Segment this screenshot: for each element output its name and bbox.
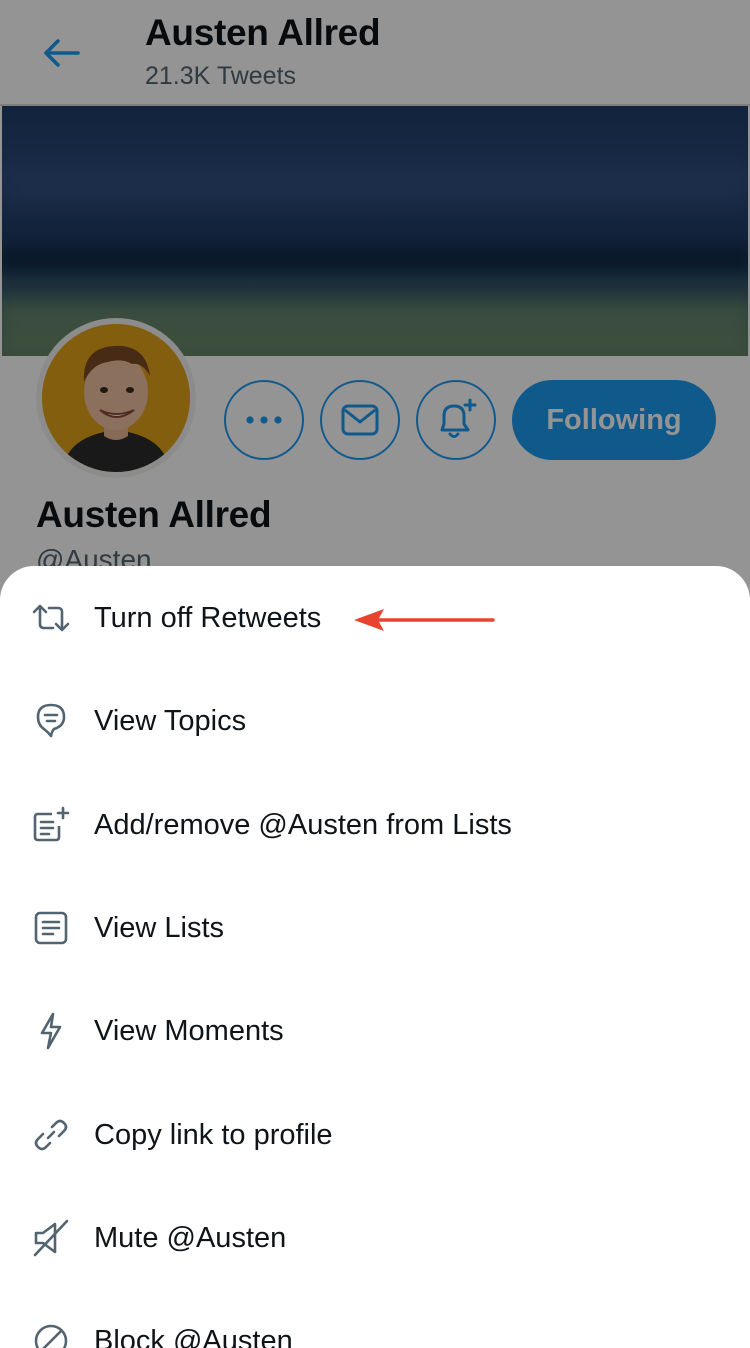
menu-item-copy-link[interactable]: Copy link to profile	[0, 1085, 750, 1185]
menu-item-view-topics[interactable]: View Topics	[0, 671, 750, 771]
menu-item-label: View Lists	[94, 911, 225, 944]
list-add-icon	[32, 806, 70, 844]
block-icon	[32, 1322, 70, 1348]
mute-icon	[32, 1219, 70, 1257]
menu-item-view-moments[interactable]: View Moments	[0, 981, 750, 1081]
menu-item-label: View Topics	[94, 704, 247, 737]
list-icon	[32, 909, 70, 947]
retweet-icon	[32, 599, 70, 637]
menu-item-label: Add/remove @Austen from Lists	[94, 808, 512, 841]
menu-item-view-lists[interactable]: View Lists	[0, 878, 750, 978]
lightning-icon	[32, 1012, 70, 1050]
topics-icon	[32, 702, 70, 740]
menu-item-add-remove-lists[interactable]: Add/remove @Austen from Lists	[0, 775, 750, 875]
annotation-arrow-icon	[354, 609, 495, 631]
link-icon	[32, 1116, 70, 1154]
menu-item-mute[interactable]: Mute @Austen	[0, 1188, 750, 1288]
menu-item-label: Mute @Austen	[94, 1221, 287, 1254]
more-options-sheet: Turn off Retweets View Topics Add/remove…	[0, 566, 750, 1348]
menu-item-block[interactable]: Block @Austen	[0, 1291, 750, 1348]
menu-item-label: View Moments	[94, 1014, 284, 1047]
menu-item-label: Turn off Retweets	[94, 601, 322, 634]
menu-item-label: Copy link to profile	[94, 1118, 333, 1151]
menu-item-label: Block @Austen	[94, 1324, 293, 1348]
